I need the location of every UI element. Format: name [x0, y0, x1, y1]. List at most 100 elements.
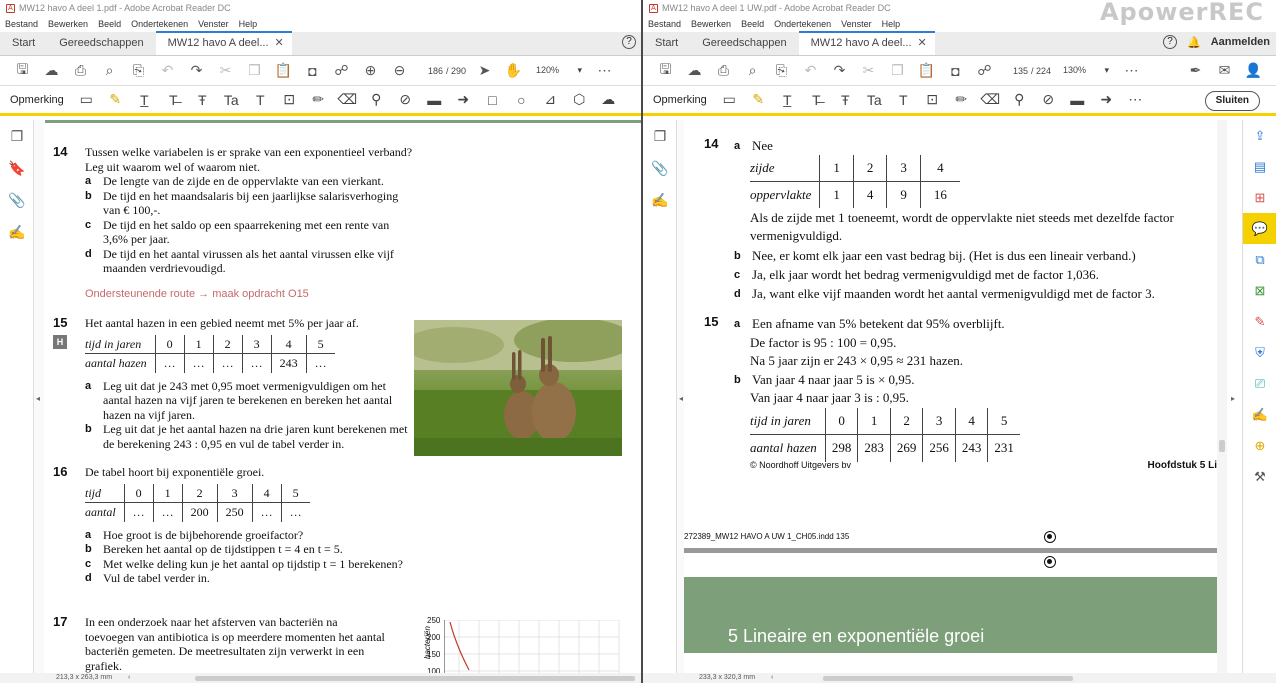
tab-start[interactable]: Start	[643, 31, 690, 55]
add-text-icon[interactable]: T	[889, 88, 918, 112]
menu-beeld[interactable]: Beeld	[741, 16, 764, 32]
tab-gereedschappen[interactable]: Gereedschappen	[690, 31, 798, 55]
menu-bestand[interactable]: Bestand	[5, 16, 38, 32]
menu-ondertekenen[interactable]: Ondertekenen	[131, 16, 188, 32]
more-icon[interactable]: ⋯	[590, 59, 619, 83]
scroll-left-icon[interactable]: ‹	[128, 674, 130, 681]
search-icon[interactable]: ⌕	[95, 59, 124, 83]
attachment-icon[interactable]: 📎	[643, 152, 677, 184]
menu-bewerken[interactable]: Bewerken	[691, 16, 731, 32]
pencil-icon[interactable]: ✏	[947, 88, 976, 112]
tab-document[interactable]: MW12 havo A deel... ✕	[798, 31, 935, 55]
email-icon[interactable]: ✉	[1210, 59, 1239, 83]
zoom-select[interactable]: 130% ▾	[1063, 65, 1109, 76]
upload-cloud-icon[interactable]: ☁	[37, 59, 66, 83]
zoom-select[interactable]: 120% ▾	[536, 65, 582, 76]
redo-icon[interactable]: ↷	[825, 59, 854, 83]
export-excel-icon[interactable]: ⊠	[1243, 275, 1276, 306]
close-tab-icon[interactable]: ✕	[275, 37, 284, 49]
sign-in-button[interactable]: Aanmelden	[1211, 36, 1270, 48]
save-icon[interactable]: 🖫	[8, 59, 37, 83]
organize-pages-icon[interactable]: ▤	[1243, 151, 1276, 182]
tab-start[interactable]: Start	[0, 31, 47, 55]
scroll-left-icon[interactable]: ‹	[771, 674, 773, 681]
arrow-icon[interactable]: ➜	[449, 88, 478, 112]
menu-bestand[interactable]: Bestand	[648, 16, 681, 32]
export-pdf-icon[interactable]: ⇪	[1243, 120, 1276, 151]
arrow-icon[interactable]: ➜	[1092, 88, 1121, 112]
menu-venster[interactable]: Venster	[841, 16, 872, 32]
share-file-icon[interactable]: ⎘	[124, 59, 153, 83]
create-pdf-icon[interactable]: ⊞	[1243, 182, 1276, 213]
text-box-icon[interactable]: ⊡	[918, 88, 947, 112]
add-text-icon[interactable]: T	[246, 88, 275, 112]
page-thumbnails-icon[interactable]: ❐	[0, 120, 34, 152]
sticky-note-icon[interactable]: ▭	[72, 88, 101, 112]
edit-pdf-icon[interactable]: ✎	[1243, 306, 1276, 337]
binoculars-icon[interactable]: ☍	[327, 59, 356, 83]
menu-help[interactable]: Help	[882, 16, 901, 32]
signatures-icon[interactable]: ✍	[643, 184, 677, 216]
rectangle-icon[interactable]: □	[478, 88, 507, 112]
bookmark-icon[interactable]: 🔖	[0, 152, 34, 184]
print-icon[interactable]: ⎙	[66, 59, 95, 83]
send-review-icon[interactable]: ⊕	[1243, 430, 1276, 461]
combine-files-icon[interactable]: ⧉	[1243, 244, 1276, 275]
more-icon[interactable]: ⋯	[1121, 88, 1150, 112]
menu-bewerken[interactable]: Bewerken	[48, 16, 88, 32]
replace-text-icon[interactable]: Ŧ	[831, 88, 860, 112]
fill-sign-icon[interactable]: ✍	[1243, 399, 1276, 430]
page-number-input[interactable]: 135	[1003, 63, 1031, 79]
pencil-icon[interactable]: ✏	[304, 88, 333, 112]
underline-text-icon[interactable]: T̲	[130, 88, 159, 112]
page-number-input[interactable]: 186	[418, 63, 446, 79]
snapshot-icon[interactable]: ◘	[298, 59, 327, 83]
insert-text-icon[interactable]: Ta	[217, 88, 246, 112]
binoculars-icon[interactable]: ☍	[970, 59, 999, 83]
sign-pen-icon[interactable]: ✒	[1181, 59, 1210, 83]
horizontal-scrollbar[interactable]	[195, 676, 635, 681]
sticky-note-icon[interactable]: ▭	[715, 88, 744, 112]
menu-help[interactable]: Help	[239, 16, 258, 32]
stamp-icon[interactable]: ⚲	[362, 88, 391, 112]
snapshot-icon[interactable]: ◘	[941, 59, 970, 83]
strikethrough-icon[interactable]: T̶	[159, 88, 188, 112]
collapse-panel-handle[interactable]: ◂	[34, 120, 44, 673]
cut-icon[interactable]: ✂	[854, 59, 883, 83]
close-tab-icon[interactable]: ✕	[918, 37, 927, 49]
circle-icon[interactable]: ○	[507, 88, 536, 112]
vertical-scrollbar[interactable]	[1217, 120, 1227, 673]
line-icon[interactable]: ▬	[1063, 88, 1092, 112]
more-tools-icon[interactable]: ⚒	[1243, 461, 1276, 492]
print-icon[interactable]: ⎙	[709, 59, 738, 83]
scroll-thumb[interactable]	[1219, 440, 1225, 452]
undo-icon[interactable]: ↶	[796, 59, 825, 83]
attach-icon[interactable]: ⊘	[1034, 88, 1063, 112]
polygon-line-icon[interactable]: ⊿	[536, 88, 565, 112]
chevron-right-icon[interactable]: ▸	[1231, 394, 1235, 403]
bell-icon[interactable]: 🔔	[1187, 36, 1201, 49]
underline-text-icon[interactable]: T̲	[773, 88, 802, 112]
hand-tool-icon[interactable]: ✋	[499, 59, 528, 83]
attach-icon[interactable]: ⊘	[391, 88, 420, 112]
page-down-icon[interactable]: ⊖	[385, 59, 414, 83]
paste-icon[interactable]: 📋	[269, 59, 298, 83]
horizontal-scrollbar[interactable]	[823, 676, 1073, 681]
highlighter-icon[interactable]: ✎	[744, 88, 773, 112]
tab-gereedschappen[interactable]: Gereedschappen	[47, 31, 155, 55]
share-file-icon[interactable]: ⎘	[767, 59, 796, 83]
eraser-icon[interactable]: ⌫	[333, 88, 362, 112]
help-icon[interactable]: ?	[1163, 35, 1177, 49]
page-up-icon[interactable]: ⊕	[356, 59, 385, 83]
menu-venster[interactable]: Venster	[198, 16, 229, 32]
strikethrough-icon[interactable]: T̶	[802, 88, 831, 112]
replace-text-icon[interactable]: Ŧ	[188, 88, 217, 112]
close-comment-button[interactable]: Sluiten	[1204, 91, 1260, 111]
paste-icon[interactable]: 📋	[912, 59, 941, 83]
undo-icon[interactable]: ↶	[153, 59, 182, 83]
cut-icon[interactable]: ✂	[211, 59, 240, 83]
upload-cloud-icon[interactable]: ☁	[680, 59, 709, 83]
protect-icon[interactable]: ⛨	[1243, 337, 1276, 368]
add-user-icon[interactable]: 👤	[1239, 59, 1268, 83]
tab-document[interactable]: MW12 havo A deel... ✕	[155, 31, 292, 55]
